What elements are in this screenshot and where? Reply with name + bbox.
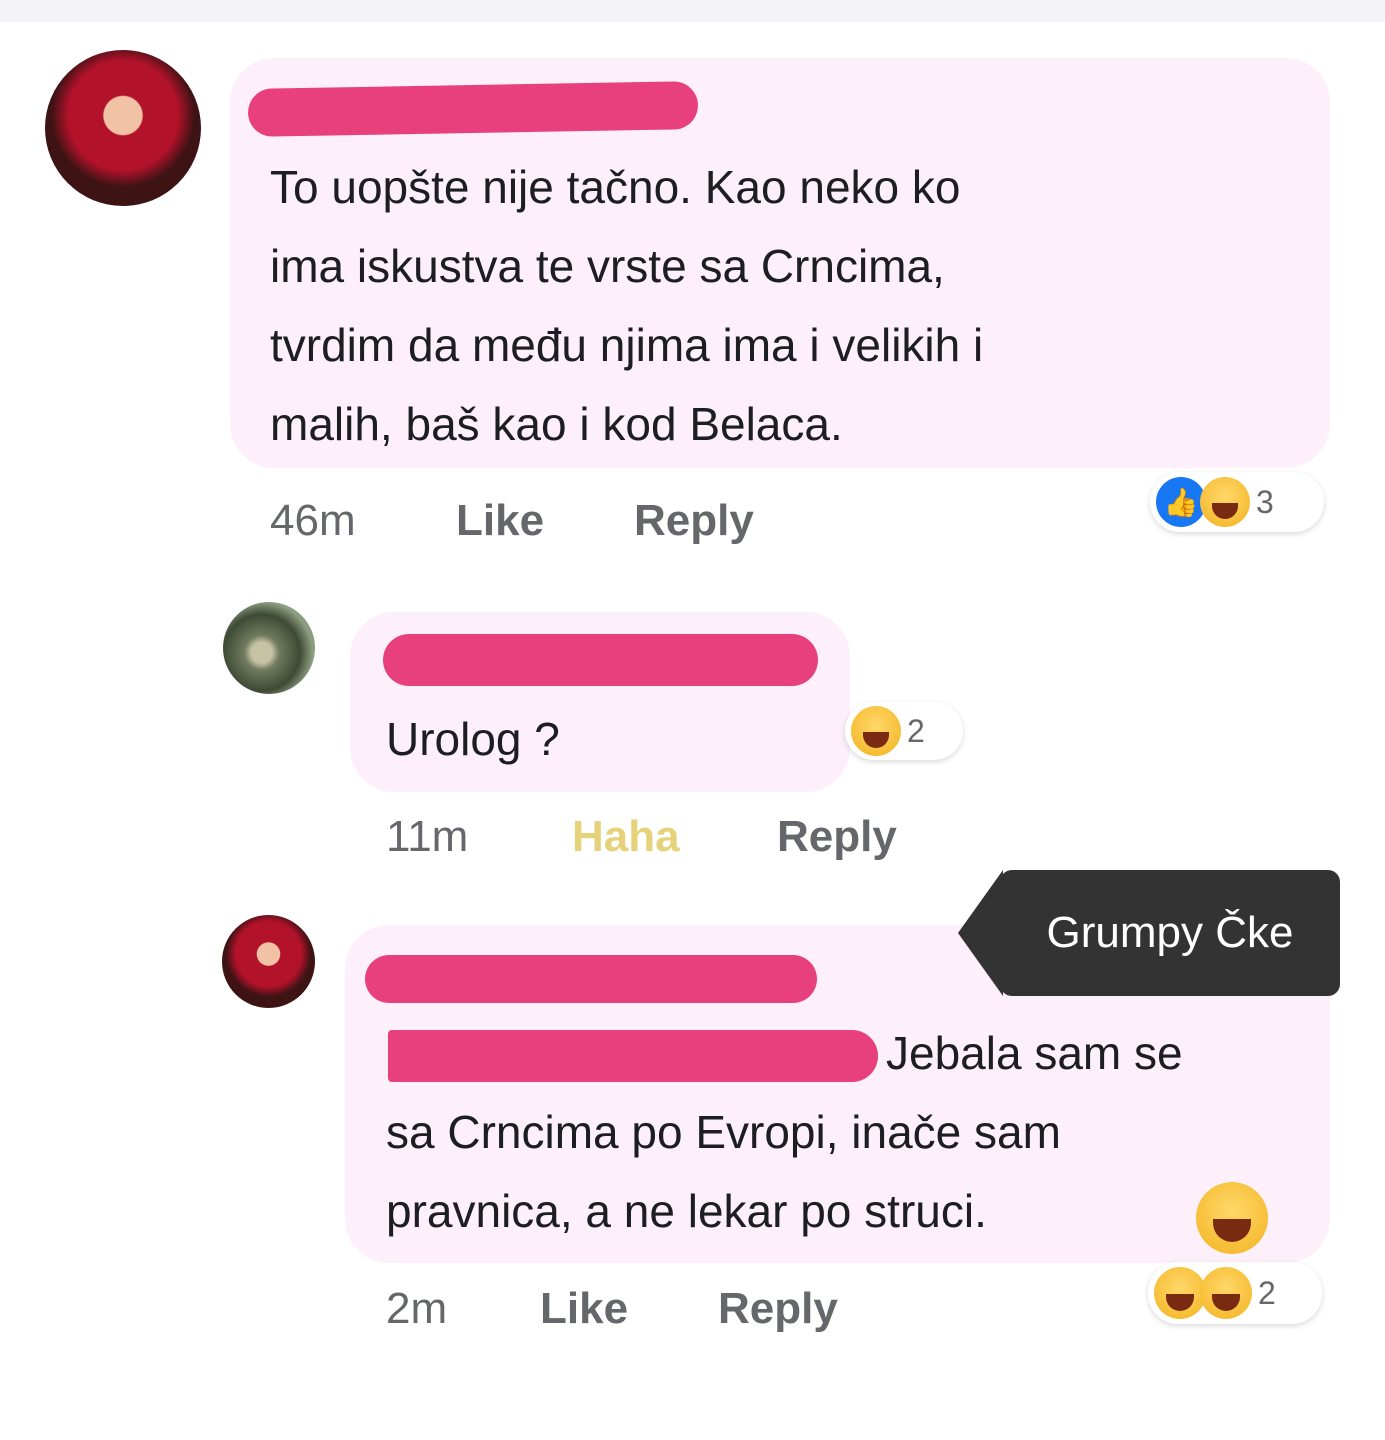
- comment-text: To uopšte nije tačno. Kao neko ko ima is…: [270, 161, 984, 450]
- like-button[interactable]: Like: [456, 496, 544, 546]
- mention-tooltip: Grumpy Čke: [1000, 870, 1340, 996]
- top-divider: [0, 0, 1385, 22]
- reaction-count: 2: [907, 712, 925, 749]
- reaction-count: 3: [1256, 483, 1274, 520]
- avatar[interactable]: [223, 602, 315, 694]
- avatar[interactable]: [222, 915, 315, 1008]
- like-icon: 👍: [1156, 477, 1206, 527]
- comment-text-line: sa Crncima po Evropi, inače sam: [386, 1106, 1061, 1158]
- avatar[interactable]: [45, 50, 201, 206]
- redacted-author-name: [383, 634, 818, 686]
- comment-timestamp: 11m: [386, 812, 469, 861]
- like-button[interactable]: Like: [540, 1284, 628, 1334]
- reply-button[interactable]: Reply: [777, 812, 897, 862]
- comment-timestamp: 2m: [386, 1284, 448, 1333]
- tooltip-arrow: [958, 870, 1003, 996]
- reaction-summary[interactable]: 2: [1148, 1262, 1322, 1324]
- reply-button[interactable]: Reply: [634, 496, 754, 546]
- haha-icon: [851, 706, 901, 756]
- haha-icon: [1200, 477, 1250, 527]
- reply-button[interactable]: Reply: [718, 1284, 838, 1334]
- redacted-author-name: [247, 81, 699, 137]
- comment-text-line: pravnica, a ne lekar po struci.: [386, 1185, 987, 1237]
- redacted-mention: [388, 1030, 878, 1082]
- redacted-author-name: [365, 955, 817, 1003]
- comment-text-line: Jebala sam se: [886, 1027, 1183, 1079]
- reaction-count: 2: [1258, 1274, 1276, 1311]
- wink-emoji-icon: [1196, 1182, 1268, 1254]
- wow-icon: [1200, 1267, 1252, 1319]
- haha-icon: [1154, 1267, 1206, 1319]
- comment-text: Urolog ?: [386, 713, 560, 765]
- haha-reaction-button[interactable]: Haha: [572, 812, 680, 862]
- comment-timestamp: 46m: [270, 496, 356, 545]
- reaction-summary[interactable]: 👍 3: [1150, 472, 1324, 532]
- reaction-summary[interactable]: 2: [845, 702, 963, 760]
